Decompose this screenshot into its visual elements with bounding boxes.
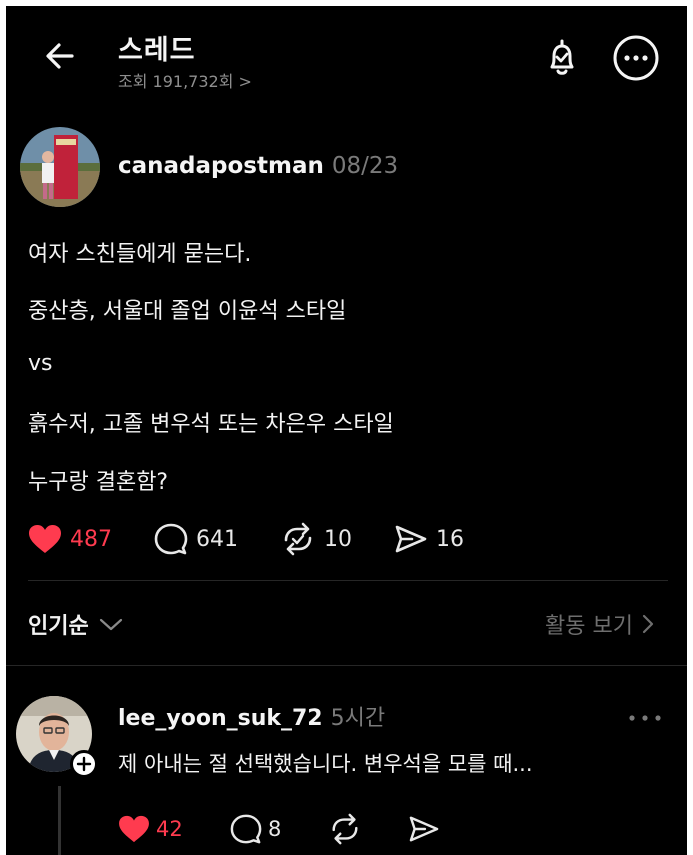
chevron-right-icon	[642, 614, 654, 634]
comment-text: 제 아내는 절 선택했습니다. 변우석을 모를 때...	[118, 752, 533, 776]
more-options-button[interactable]	[612, 34, 660, 82]
activity-label: 활동 보기	[545, 614, 633, 639]
repost-count: 10	[324, 526, 352, 552]
repost-icon	[332, 813, 358, 845]
notify-button[interactable]	[540, 36, 584, 80]
comment-icon	[154, 523, 188, 555]
post-text-line: 누구랑 결혼함?	[28, 470, 169, 495]
repost-button[interactable]: 10	[280, 521, 352, 557]
author-name-text: canadapostman	[118, 153, 324, 179]
chevron-down-icon	[99, 618, 122, 631]
comment-reply-count: 8	[268, 817, 282, 841]
heart-icon	[119, 815, 149, 843]
more-icon	[613, 35, 659, 81]
heart-icon	[29, 525, 61, 553]
divider	[28, 580, 668, 581]
comment-button[interactable]: 641	[154, 521, 238, 557]
thread-screen: 스레드 조회 191,732회 > canadapostman 08/23 여자…	[6, 6, 687, 855]
comment-share-button[interactable]	[408, 812, 446, 846]
views-count-link[interactable]: 조회 191,732회 >	[118, 68, 252, 92]
comment-like-button[interactable]: 42	[118, 812, 183, 846]
post-text-line: 여자 스친들에게 묻는다.	[28, 242, 252, 267]
share-icon	[409, 816, 439, 842]
post-text-line: 흙수저, 고졸 변우석 또는 차은우 스타일	[28, 412, 394, 437]
sort-dropdown[interactable]: 인기순	[28, 608, 125, 640]
comment-icon	[230, 814, 262, 844]
more-dots-icon	[629, 715, 661, 721]
comment-like-count: 42	[156, 817, 183, 841]
share-icon	[395, 525, 427, 553]
post-time: 08/23	[331, 153, 399, 179]
commenter-name-text: lee_yoon_suk_72	[118, 706, 323, 731]
commenter-username[interactable]: lee_yoon_suk_72 5시간	[118, 700, 385, 732]
view-activity-link[interactable]: 활동 보기	[545, 608, 657, 640]
page-title: 스레드	[118, 35, 196, 66]
like-count: 487	[70, 526, 112, 552]
bell-check-icon	[550, 39, 574, 75]
like-button[interactable]: 487	[28, 521, 112, 557]
sort-label: 인기순	[28, 614, 89, 639]
share-button[interactable]: 16	[394, 521, 464, 557]
comment-time: 5시간	[330, 706, 386, 731]
follow-plus-button[interactable]	[70, 750, 98, 778]
post-text-line: vs	[28, 351, 53, 376]
divider	[6, 665, 687, 666]
author-username[interactable]: canadapostman 08/23	[118, 153, 398, 179]
back-arrow-icon	[46, 43, 74, 69]
author-avatar[interactable]	[20, 127, 100, 207]
share-count: 16	[436, 526, 464, 552]
repost-icon	[284, 522, 312, 556]
back-button[interactable]	[40, 36, 80, 76]
thread-line	[58, 786, 61, 855]
comment-count: 641	[196, 526, 238, 552]
post-text-line: 중산층, 서울대 졸업 이윤석 스타일	[28, 299, 347, 324]
comment-reply-button[interactable]: 8	[230, 812, 281, 846]
comment-repost-button[interactable]	[328, 812, 368, 846]
plus-icon	[76, 756, 92, 772]
comment-more-button[interactable]	[628, 708, 662, 721]
